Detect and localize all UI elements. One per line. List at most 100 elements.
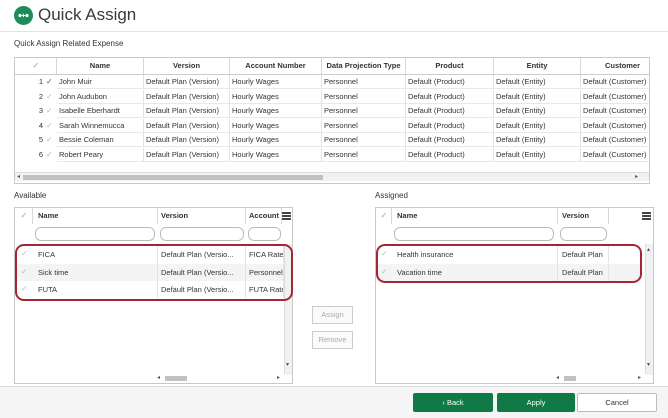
- scroll-right-icon[interactable]: ▸: [277, 375, 280, 381]
- column-header-data-projection-type[interactable]: Data Projection Type: [322, 58, 406, 74]
- available-column-account[interactable]: Account N: [246, 208, 282, 224]
- checkmark-icon: ✓: [20, 211, 28, 220]
- row-number: 6: [38, 150, 43, 159]
- table-cell: Default Plan (Version): [144, 89, 230, 104]
- table-cell: Default Plan (Version): [144, 148, 230, 162]
- available-name-filter[interactable]: [35, 227, 155, 241]
- table-cell: Default (Product): [406, 75, 494, 89]
- row-number: 3: [38, 106, 43, 116]
- table-cell: Hourly Wages: [230, 148, 322, 162]
- table-cell: Default (Entity): [494, 89, 581, 104]
- table-cell: Isabelle Eberhardt: [57, 104, 144, 119]
- table-cell: Default (Customer): [581, 148, 649, 162]
- remove-button[interactable]: Remove: [312, 331, 353, 349]
- scroll-down-icon[interactable]: ▾: [286, 362, 289, 368]
- back-button-label: Back: [446, 398, 464, 407]
- assign-button[interactable]: Assign: [312, 306, 353, 324]
- table-cell: John Audubon: [57, 89, 144, 104]
- horizontal-scrollbar[interactable]: ◂ ▸: [15, 172, 649, 181]
- available-account-filter[interactable]: [248, 227, 281, 241]
- column-header-entity[interactable]: Entity: [494, 58, 581, 74]
- table-cell: Default (Product): [406, 89, 494, 104]
- menu-icon[interactable]: [642, 212, 651, 220]
- table-cell: Default (Entity): [494, 75, 581, 89]
- assigned-select-all[interactable]: ✓: [376, 208, 392, 224]
- table-cell: Default Plan (Version): [144, 104, 230, 119]
- scrollbar-thumb[interactable]: [23, 175, 323, 180]
- available-horizontal-scrollbar[interactable]: ◂ ▸: [155, 374, 285, 383]
- menu-icon[interactable]: [282, 212, 291, 220]
- dialog-footer: ‹ Back Apply Cancel: [0, 386, 668, 418]
- scrollbar-thumb[interactable]: [165, 376, 187, 381]
- table-cell: Default (Product): [406, 133, 494, 148]
- scroll-up-icon[interactable]: ▴: [647, 247, 650, 253]
- table-cell: Default (Customer): [581, 104, 649, 119]
- page-title: Quick Assign: [38, 5, 137, 24]
- column-header-account-number[interactable]: Account Number: [230, 58, 322, 74]
- checkmark-icon[interactable]: ✓: [46, 78, 53, 86]
- related-expense-label: Quick Assign Related Expense: [14, 39, 124, 48]
- select-all-header[interactable]: ✓: [15, 58, 57, 74]
- cancel-button[interactable]: Cancel: [577, 393, 657, 412]
- table-cell: Default Plan (Version): [144, 133, 230, 148]
- row-number: 5: [38, 135, 43, 145]
- table-cell: Default (Entity): [494, 104, 581, 119]
- scroll-right-icon[interactable]: ▸: [638, 375, 641, 381]
- assigned-column-version[interactable]: Version: [558, 208, 609, 224]
- table-cell: Personnel: [322, 133, 406, 148]
- available-column-name[interactable]: Name: [33, 208, 158, 224]
- scroll-left-icon[interactable]: ◂: [556, 375, 559, 381]
- scroll-left-icon[interactable]: ◂: [157, 375, 160, 381]
- table-cell: Default (Entity): [494, 148, 581, 162]
- scroll-left-icon[interactable]: ◂: [17, 174, 20, 180]
- available-select-all[interactable]: ✓: [15, 208, 33, 224]
- dialog-header: Quick Assign: [0, 0, 668, 32]
- assigned-label: Assigned: [375, 191, 408, 200]
- assigned-name-filter[interactable]: [394, 227, 554, 241]
- back-button[interactable]: ‹ Back: [413, 393, 493, 412]
- checkmark-icon: ✓: [32, 61, 40, 70]
- column-header-name[interactable]: Name: [57, 58, 144, 74]
- table-cell: Personnel: [322, 148, 406, 162]
- table-cell: Personnel: [322, 104, 406, 119]
- checkmark-icon[interactable]: ✓: [46, 92, 53, 100]
- checkmark-icon[interactable]: ✓: [46, 136, 53, 144]
- column-header-version[interactable]: Version: [144, 58, 230, 74]
- assigned-column-name[interactable]: Name: [392, 208, 558, 224]
- scroll-down-icon[interactable]: ▾: [647, 362, 650, 368]
- available-highlight: [15, 244, 293, 301]
- table-cell: Hourly Wages: [230, 104, 322, 119]
- table-cell: Default (Customer): [581, 119, 649, 133]
- row-number: 1: [38, 77, 43, 86]
- checkmark-icon[interactable]: ✓: [46, 107, 53, 115]
- scrollbar-thumb[interactable]: [564, 376, 576, 381]
- column-header-customer[interactable]: Customer: [581, 58, 649, 74]
- column-header-product[interactable]: Product: [406, 58, 494, 74]
- available-column-version[interactable]: Version: [158, 208, 246, 224]
- checkmark-icon: ✓: [380, 211, 388, 220]
- table-cell: Default Plan (Version): [144, 118, 230, 133]
- table-cell: Default (Entity): [494, 118, 581, 133]
- checkmark-icon[interactable]: ✓: [46, 121, 53, 129]
- apply-button[interactable]: Apply: [497, 393, 575, 412]
- assigned-version-filter[interactable]: [560, 227, 607, 241]
- available-version-filter[interactable]: [160, 227, 244, 241]
- row-number: 2: [38, 91, 43, 101]
- assigned-vertical-scrollbar[interactable]: ▴ ▾: [645, 244, 653, 375]
- checkmark-icon[interactable]: ✓: [46, 151, 53, 159]
- available-label: Available: [14, 191, 47, 200]
- table-cell: Default (Customer): [581, 90, 649, 104]
- table-cell: Hourly Wages: [230, 118, 322, 133]
- table-cell: Sarah Winnemucca: [57, 118, 144, 133]
- table-cell: Default Plan (Version): [144, 75, 230, 89]
- table-cell: Hourly Wages: [230, 75, 322, 89]
- table-cell: Personnel: [322, 89, 406, 104]
- related-expense-grid: ✓ Name Version Account Number Data Proje…: [14, 57, 650, 184]
- row-number: 4: [38, 120, 43, 130]
- assigned-horizontal-scrollbar[interactable]: ◂ ▸: [554, 374, 646, 383]
- table-cell: Default (Product): [406, 118, 494, 133]
- table-cell: Robert Peary: [57, 148, 144, 162]
- assigned-grid: ✓ Name Version ✓ Health insurance Default …: [375, 207, 654, 384]
- scroll-right-icon[interactable]: ▸: [635, 174, 638, 180]
- table-cell: John Muir: [57, 75, 144, 89]
